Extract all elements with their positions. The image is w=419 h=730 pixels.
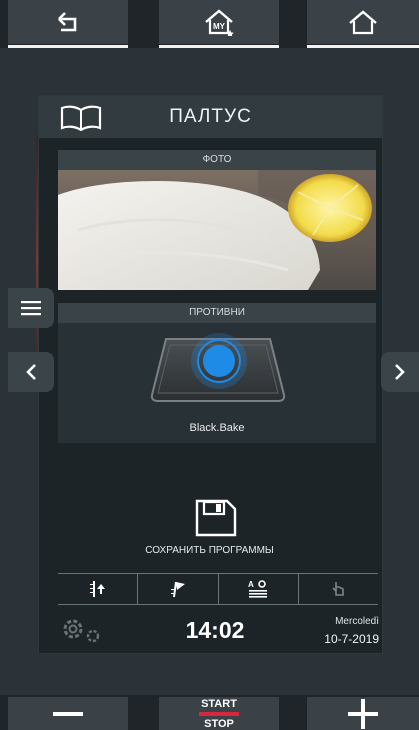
clock-time: 14:02 xyxy=(185,617,245,643)
svg-text:MY: MY xyxy=(213,22,226,31)
stop-indicator-bar xyxy=(199,711,239,716)
recipe-title: ПАЛТУС xyxy=(169,106,252,127)
my-home-icon: MY xyxy=(205,9,234,36)
chevron-right-icon xyxy=(395,364,405,380)
my-home-button[interactable]: MY xyxy=(159,0,279,48)
probe-tool-button[interactable] xyxy=(138,574,219,604)
text-settings-icon: A xyxy=(248,580,268,598)
plus-icon xyxy=(348,698,378,729)
plus-button[interactable] xyxy=(307,697,419,730)
settings-gears-icon[interactable] xyxy=(60,616,106,644)
start-stop-button[interactable]: START STOP xyxy=(159,697,279,730)
date: 10-7-2019 xyxy=(324,632,379,646)
save-program-label[interactable]: СОХРАНИТЬ ПРОГРАММЫ xyxy=(38,545,381,556)
manual-tool-button[interactable] xyxy=(299,574,378,604)
minus-button[interactable] xyxy=(8,697,128,730)
tool-row: A xyxy=(58,573,378,605)
settings-list-tool-button[interactable]: A xyxy=(219,574,299,604)
photo-section-header: ФОТО xyxy=(58,150,376,170)
hand-tap-icon xyxy=(332,582,345,596)
probe-flag-icon xyxy=(170,581,185,598)
menu-button[interactable] xyxy=(8,288,54,328)
svg-text:A: A xyxy=(248,580,254,589)
recipe-photo xyxy=(58,170,376,290)
chevron-left-icon xyxy=(26,364,36,380)
tray-selector[interactable]: Black.Bake xyxy=(58,323,376,443)
previous-button[interactable] xyxy=(8,352,54,392)
temperature-tool-button[interactable] xyxy=(58,574,139,604)
start-label: START xyxy=(201,697,237,710)
stop-label: STOP xyxy=(204,717,234,730)
tray-name: Black.Bake xyxy=(189,422,245,434)
back-arrow-icon xyxy=(58,12,77,32)
panel-header: ПАЛТУС xyxy=(39,96,382,138)
thermometer-up-icon xyxy=(89,581,105,597)
save-program-button[interactable] xyxy=(194,498,238,543)
trays-section-header: ПРОТИВНИ xyxy=(58,303,376,323)
next-button[interactable] xyxy=(381,352,419,392)
weekday: Mercoledì xyxy=(335,616,379,627)
floppy-disk-icon xyxy=(195,499,237,537)
hamburger-menu-icon xyxy=(21,301,41,316)
minus-icon xyxy=(53,711,83,716)
back-button[interactable] xyxy=(8,0,128,48)
home-icon xyxy=(349,10,377,35)
home-button[interactable] xyxy=(307,0,419,48)
tray-selection-dot xyxy=(203,345,235,377)
